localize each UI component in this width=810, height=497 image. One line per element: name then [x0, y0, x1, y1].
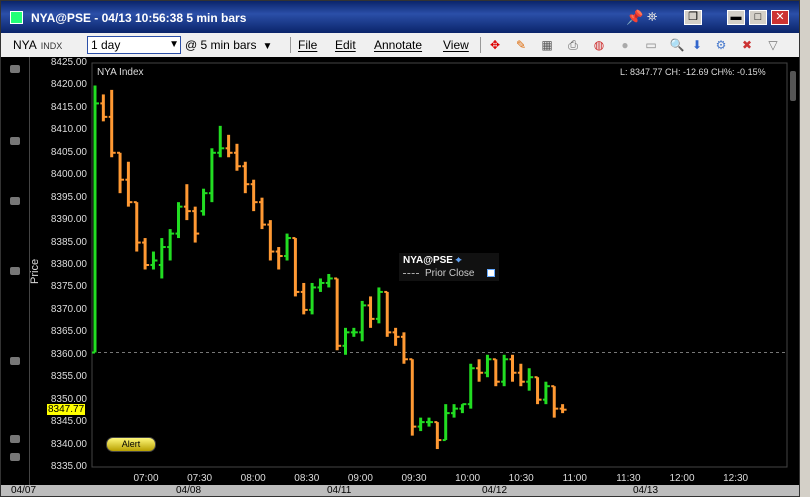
y-tick-label: 8365.00: [50, 326, 87, 338]
triangle-down-icon[interactable]: ▽: [765, 38, 781, 52]
x-tick-label: 07:00: [133, 473, 159, 484]
maximize-button[interactable]: □: [749, 10, 767, 25]
y-tick-label: 8350.00: [50, 393, 87, 405]
dashed-line-icon: [403, 272, 419, 274]
chart-window: NYA@PSE - 04/13 10:56:38 5 min bars 📌 ⛯ …: [0, 0, 800, 497]
y-tick-label: 8425.00: [50, 57, 87, 68]
legend-prior-close: Prior Close: [403, 268, 474, 279]
menu-annotate[interactable]: Annotate: [374, 38, 422, 52]
y-tick-label: 8400.00: [50, 169, 87, 181]
chevron-down-icon[interactable]: ▼: [169, 37, 179, 53]
lock-icon[interactable]: [10, 65, 20, 73]
minimize-button[interactable]: ▬: [727, 10, 745, 25]
x-tick-label: 12:00: [669, 473, 695, 484]
y-tick-label: 8395.00: [50, 191, 87, 203]
y-tick-label: 8335.00: [50, 461, 87, 472]
lock-icon[interactable]: [10, 357, 20, 365]
quote-readout: L: 8347.77 CH: -12.69 CH%: -0.15%: [620, 67, 766, 77]
lock-icon[interactable]: [10, 453, 20, 461]
y-tick-label: 8415.00: [50, 101, 87, 113]
x-tick-label: 09:00: [347, 473, 373, 484]
bar-size-select[interactable]: @ 5 min bars ▼: [185, 38, 272, 52]
window-title: NYA@PSE - 04/13 10:56:38 5 min bars: [31, 11, 247, 25]
prior-close-checkbox[interactable]: [487, 269, 495, 277]
lock-icon[interactable]: [10, 197, 20, 205]
grid-icon[interactable]: ▦: [539, 38, 555, 52]
period-select[interactable]: 1 day ▼: [87, 36, 181, 54]
x-tick-label: 07:30: [187, 473, 213, 484]
x-tick-label: 10:30: [508, 473, 534, 484]
chart-legend: NYA@PSE ⌖ Prior Close: [399, 253, 499, 281]
x-tick-label: 09:30: [401, 473, 427, 484]
crosshair-icon[interactable]: ✥: [487, 38, 503, 52]
date-label: 04/07: [11, 485, 37, 496]
pin-icon[interactable]: 📌: [626, 9, 643, 26]
y-tick-label: 8390.00: [50, 214, 87, 226]
chevron-down-icon[interactable]: ▼: [263, 41, 273, 52]
date-label: 04/13: [633, 485, 659, 496]
bar-size-value: @ 5 min bars: [185, 38, 257, 52]
toolbar-divider: [480, 37, 481, 53]
y-tick-label: 8420.00: [50, 79, 87, 91]
close-x-icon[interactable]: ✖: [739, 38, 755, 52]
lock-icon[interactable]: [10, 435, 20, 443]
left-tool-strip: [1, 57, 30, 496]
period-value: 1 day: [91, 38, 121, 52]
x-tick-label: 08:00: [240, 473, 266, 484]
date-bar: 04/07 04/08 04/11 04/12 04/13: [1, 485, 799, 496]
lock-icon[interactable]: [10, 267, 20, 275]
close-button[interactable]: ✕: [771, 10, 789, 25]
scrollbar-thumb[interactable]: [790, 71, 796, 101]
bar-icon[interactable]: ▭: [643, 38, 659, 52]
legend-title-text: NYA@PSE: [403, 255, 453, 266]
symbol-text: NYA: [13, 38, 37, 52]
settings-icon[interactable]: ⌖: [456, 255, 462, 266]
app-icon: [10, 11, 23, 24]
symbol-field[interactable]: NYA INDX: [13, 38, 62, 52]
index-name: NYA Index: [97, 67, 144, 78]
date-label: 04/11: [327, 485, 352, 496]
side-panel: [800, 0, 810, 497]
restore-button[interactable]: ❐: [684, 10, 702, 25]
print-icon[interactable]: ⎙: [565, 38, 581, 53]
x-tick-label: 08:30: [294, 473, 320, 484]
menu-edit[interactable]: Edit: [335, 38, 356, 52]
palette-icon[interactable]: ◍: [591, 38, 607, 52]
legend-prior-close-text: Prior Close: [425, 268, 475, 279]
menu-view[interactable]: View: [443, 38, 469, 52]
y-tick-label: 8405.00: [50, 146, 87, 158]
toolbar-divider: [290, 37, 291, 53]
alert-button[interactable]: Alert: [106, 437, 156, 452]
legend-title: NYA@PSE ⌖: [403, 255, 461, 266]
y-tick-label: 8370.00: [50, 303, 87, 315]
chart-toolbar: NYA INDX 1 day ▼ @ 5 min bars ▼ File Edit A…: [1, 33, 799, 58]
date-label: 04/08: [176, 485, 202, 496]
zoom-icon[interactable]: 🔍: [669, 38, 685, 52]
y-tick-label: 8380.00: [50, 259, 87, 270]
exchange-text: INDX: [40, 41, 63, 51]
menu-file[interactable]: File: [298, 38, 317, 52]
pencil-icon[interactable]: ✎: [513, 38, 529, 52]
y-tick-label: 8345.00: [50, 416, 87, 428]
y-tick-label: 8340.00: [50, 438, 87, 450]
y-tick-label: 8375.00: [50, 281, 87, 293]
y-tick-label: 8410.00: [50, 124, 87, 136]
y-tick-label: 8355.00: [50, 371, 87, 383]
y-tick-label: 8385.00: [50, 236, 87, 248]
x-tick-label: 12:30: [723, 473, 749, 484]
down-icon[interactable]: ⬇: [689, 38, 705, 52]
date-label: 04/12: [482, 485, 508, 496]
lock-icon[interactable]: [10, 137, 20, 145]
y-tick-label: 8360.00: [50, 348, 87, 360]
x-tick-label: 11:00: [562, 473, 587, 484]
circle-icon[interactable]: ●: [617, 38, 633, 52]
settings-icon[interactable]: ⚙: [713, 38, 729, 52]
dock-icon[interactable]: ⛯: [647, 9, 657, 25]
x-tick-label: 10:00: [455, 473, 481, 484]
x-tick-label: 11:30: [616, 473, 641, 484]
last-price-tag: 8347.77: [47, 404, 86, 415]
title-bar[interactable]: NYA@PSE - 04/13 10:56:38 5 min bars 📌 ⛯ …: [1, 1, 799, 33]
